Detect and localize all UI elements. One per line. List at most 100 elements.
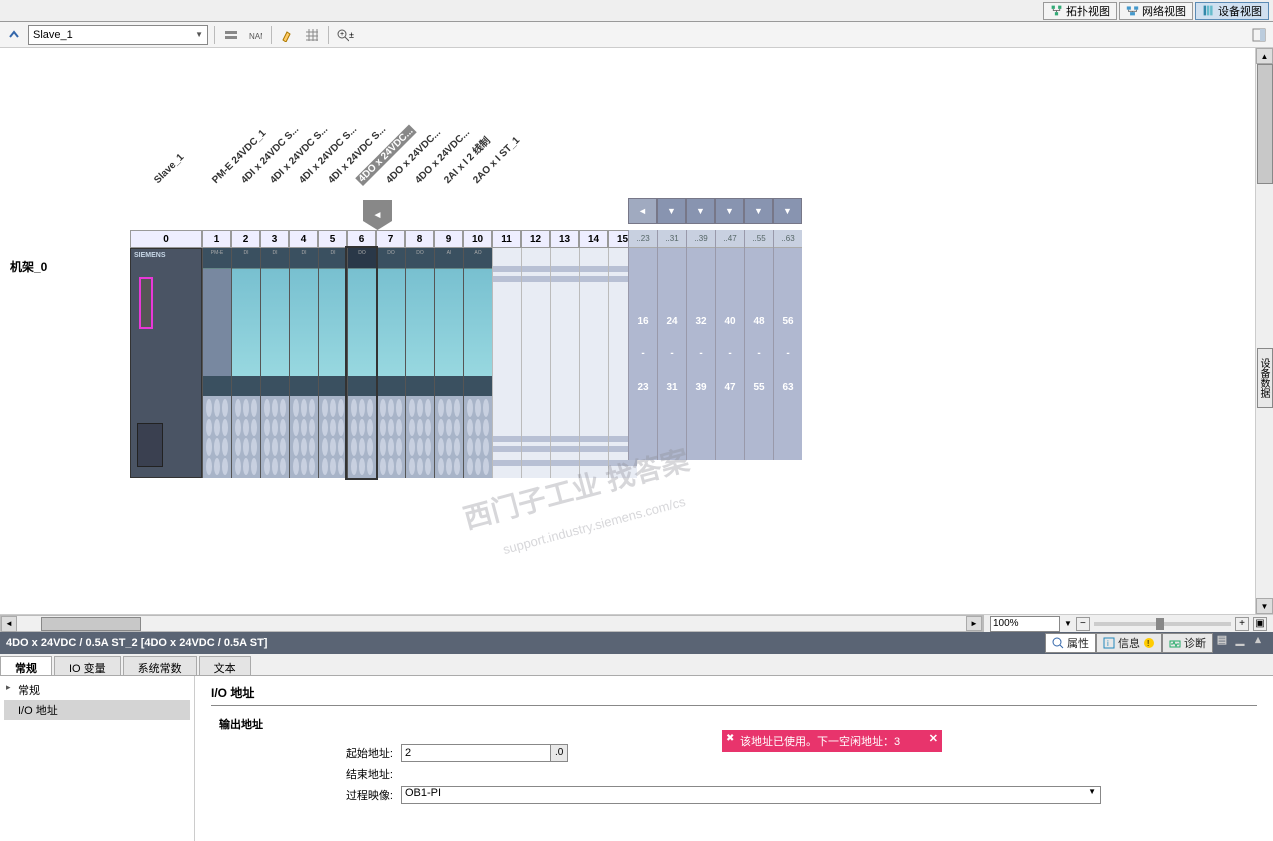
horizontal-scrollbar[interactable]: ◄ ►: [0, 615, 983, 632]
start-address-input[interactable]: [401, 744, 551, 762]
subtab-general[interactable]: 常规: [0, 656, 52, 675]
ext-expand-5[interactable]: ▼: [773, 198, 802, 224]
network-view-button[interactable]: 网络视图: [1119, 2, 1193, 20]
start-address-label: 起始地址:: [321, 745, 401, 761]
svg-text:NAME: NAME: [249, 32, 262, 41]
module-slot-4[interactable]: DI: [289, 248, 318, 478]
toggle-panel-icon[interactable]: [1249, 25, 1269, 45]
ext-slot-5[interactable]: ..5548-55: [744, 230, 773, 460]
content-header: I/O 地址: [211, 684, 1257, 706]
device-rack: SIEMENS PM-E DI DI DI DI DO DO DO AI AO: [130, 248, 637, 478]
scroll-right-icon[interactable]: ►: [966, 616, 982, 631]
empty-slot-13[interactable]: [550, 248, 579, 478]
module-slot-7[interactable]: DO: [376, 248, 405, 478]
topology-icon: [1050, 4, 1063, 17]
ext-slot-2[interactable]: ..3124-31: [657, 230, 686, 460]
property-title: 4DO x 24VDC / 0.5A ST_2 [4DO x 24VDC / 0…: [6, 637, 267, 649]
nav-up-icon[interactable]: [4, 25, 24, 45]
property-subtabs: 常规 IO 变量 系统常数 文本: [0, 654, 1273, 676]
watermark-sub: support.industry.siemens.com/cs: [501, 494, 687, 557]
rack-interface-module[interactable]: SIEMENS: [130, 248, 202, 478]
ext-slot-3[interactable]: ..3932-39: [686, 230, 715, 460]
scroll-up-icon[interactable]: ▲: [1256, 48, 1273, 64]
device-icon: [1202, 4, 1215, 17]
device-canvas[interactable]: 机架_0 Slave_1 PM-E 24VDC_1 4DI x 24VDC S.…: [0, 48, 1255, 614]
module-slot-5[interactable]: DI: [318, 248, 347, 478]
device-label: 设备视图: [1218, 3, 1262, 19]
vertical-scrollbar[interactable]: ▲ ▼: [1255, 48, 1273, 614]
show-labels-icon[interactable]: [221, 25, 241, 45]
network-icon: [1126, 4, 1139, 17]
module-slot-9[interactable]: AI: [434, 248, 463, 478]
zoom-slider[interactable]: [1094, 622, 1231, 626]
address-error-tooltip: 该地址已使用。下一空闲地址：3 ✕: [722, 730, 942, 752]
canvas-footer: ◄ ► ▼ − + ▣: [0, 614, 1273, 632]
panel-maximize-icon[interactable]: ▴: [1249, 633, 1267, 653]
empty-slot-12[interactable]: [521, 248, 550, 478]
module-slot-3[interactable]: DI: [260, 248, 289, 478]
process-image-label: 过程映像:: [321, 787, 401, 803]
rack-label: 机架_0: [10, 258, 47, 275]
device-view-button[interactable]: 设备视图: [1195, 2, 1269, 20]
scroll-left-icon[interactable]: ◄: [1, 616, 17, 632]
show-names-icon[interactable]: NAME: [245, 25, 265, 45]
ext-scroll-left[interactable]: ◄: [628, 198, 657, 224]
ext-slot-6[interactable]: ..6356-63: [773, 230, 802, 460]
ext-expand-3[interactable]: ▼: [715, 198, 744, 224]
topology-view-button[interactable]: 拓扑视图: [1043, 2, 1117, 20]
device-selector[interactable]: Slave_1: [28, 25, 208, 45]
process-image-select[interactable]: OB1-PI: [401, 786, 1101, 804]
svg-text:!: !: [1147, 639, 1149, 648]
diagnostics-icon: [1169, 637, 1181, 649]
slot-number-row: 0 1 2 3 4 5 6 7 8 9 10 11 12 13 14 15: [130, 230, 637, 248]
network-label: 网络视图: [1142, 3, 1186, 19]
diagnostics-tab-button[interactable]: 诊断: [1162, 633, 1213, 653]
module-slot-8[interactable]: DO: [405, 248, 434, 478]
property-tree: 常规 I/O 地址: [0, 676, 195, 841]
extension-rack: ◄ ▼ ▼ ▼ ▼ ▼ ..2316-23 ..3124-31 ..3932-3…: [604, 198, 802, 460]
warning-badge-icon: !: [1143, 637, 1155, 649]
selection-indicator: [363, 200, 392, 230]
zoom-out-icon[interactable]: −: [1076, 617, 1090, 631]
end-address-label: 结束地址:: [321, 766, 401, 782]
device-toolbar: Slave_1 NAME +±: [0, 22, 1273, 48]
tree-ioaddr[interactable]: I/O 地址: [4, 700, 190, 720]
ext-expand-4[interactable]: ▼: [744, 198, 773, 224]
module-slot-2[interactable]: DI: [231, 248, 260, 478]
close-error-icon[interactable]: ✕: [929, 732, 938, 745]
zoom-tool-icon[interactable]: +±: [335, 25, 355, 45]
panel-layout-icon[interactable]: ▤: [1213, 633, 1231, 653]
grid-icon[interactable]: [302, 25, 322, 45]
info-tab-button[interactable]: i 信息 !: [1096, 633, 1162, 653]
tree-general[interactable]: 常规: [4, 680, 190, 700]
subtab-sysconst[interactable]: 系统常数: [123, 656, 197, 675]
module-slot-6[interactable]: DO: [347, 248, 376, 478]
subtab-text[interactable]: 文本: [199, 656, 251, 675]
empty-slot-11[interactable]: [492, 248, 521, 478]
device-canvas-area: 机架_0 Slave_1 PM-E 24VDC_1 4DI x 24VDC S.…: [0, 48, 1273, 614]
profinet-connector: [139, 277, 153, 329]
panel-minimize-icon[interactable]: ▁: [1231, 633, 1249, 653]
ext-expand-1[interactable]: ▼: [657, 198, 686, 224]
ext-expand-2[interactable]: ▼: [686, 198, 715, 224]
hscroll-thumb[interactable]: [41, 617, 141, 631]
subtab-iovar[interactable]: IO 变量: [54, 656, 121, 675]
svg-text:+: +: [340, 31, 344, 38]
module-slot-10[interactable]: AO: [463, 248, 492, 478]
ext-slot-4[interactable]: ..4740-47: [715, 230, 744, 460]
property-title-bar: 4DO x 24VDC / 0.5A ST_2 [4DO x 24VDC / 0…: [0, 632, 1273, 654]
highlight-icon[interactable]: [278, 25, 298, 45]
ext-slot-1[interactable]: ..2316-23: [628, 230, 657, 460]
view-mode-bar: 拓扑视图 网络视图 设备视图: [0, 0, 1273, 22]
info-icon: i: [1103, 637, 1115, 649]
topology-label: 拓扑视图: [1066, 3, 1110, 19]
scroll-down-icon[interactable]: ▼: [1256, 598, 1273, 614]
module-slot-1[interactable]: PM-E: [202, 248, 231, 478]
zoom-in-icon[interactable]: +: [1235, 617, 1249, 631]
properties-icon: [1052, 637, 1064, 649]
vscroll-thumb[interactable]: [1257, 64, 1273, 184]
properties-tab-button[interactable]: 属性: [1045, 633, 1096, 653]
zoom-level-input[interactable]: [990, 616, 1060, 632]
zoom-fit-icon[interactable]: ▣: [1253, 617, 1267, 631]
device-data-tab[interactable]: 设备数据: [1257, 348, 1273, 408]
